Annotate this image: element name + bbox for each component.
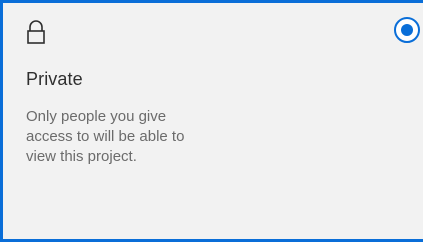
private-radio-button[interactable] bbox=[394, 17, 420, 43]
radio-selected-dot bbox=[401, 24, 413, 36]
option-description: Only people you give access to will be a… bbox=[26, 108, 185, 165]
visibility-option-private-card[interactable]: Private Only people you give access to w… bbox=[0, 0, 423, 242]
lock-icon bbox=[27, 20, 45, 44]
option-title: Private bbox=[26, 69, 83, 89]
